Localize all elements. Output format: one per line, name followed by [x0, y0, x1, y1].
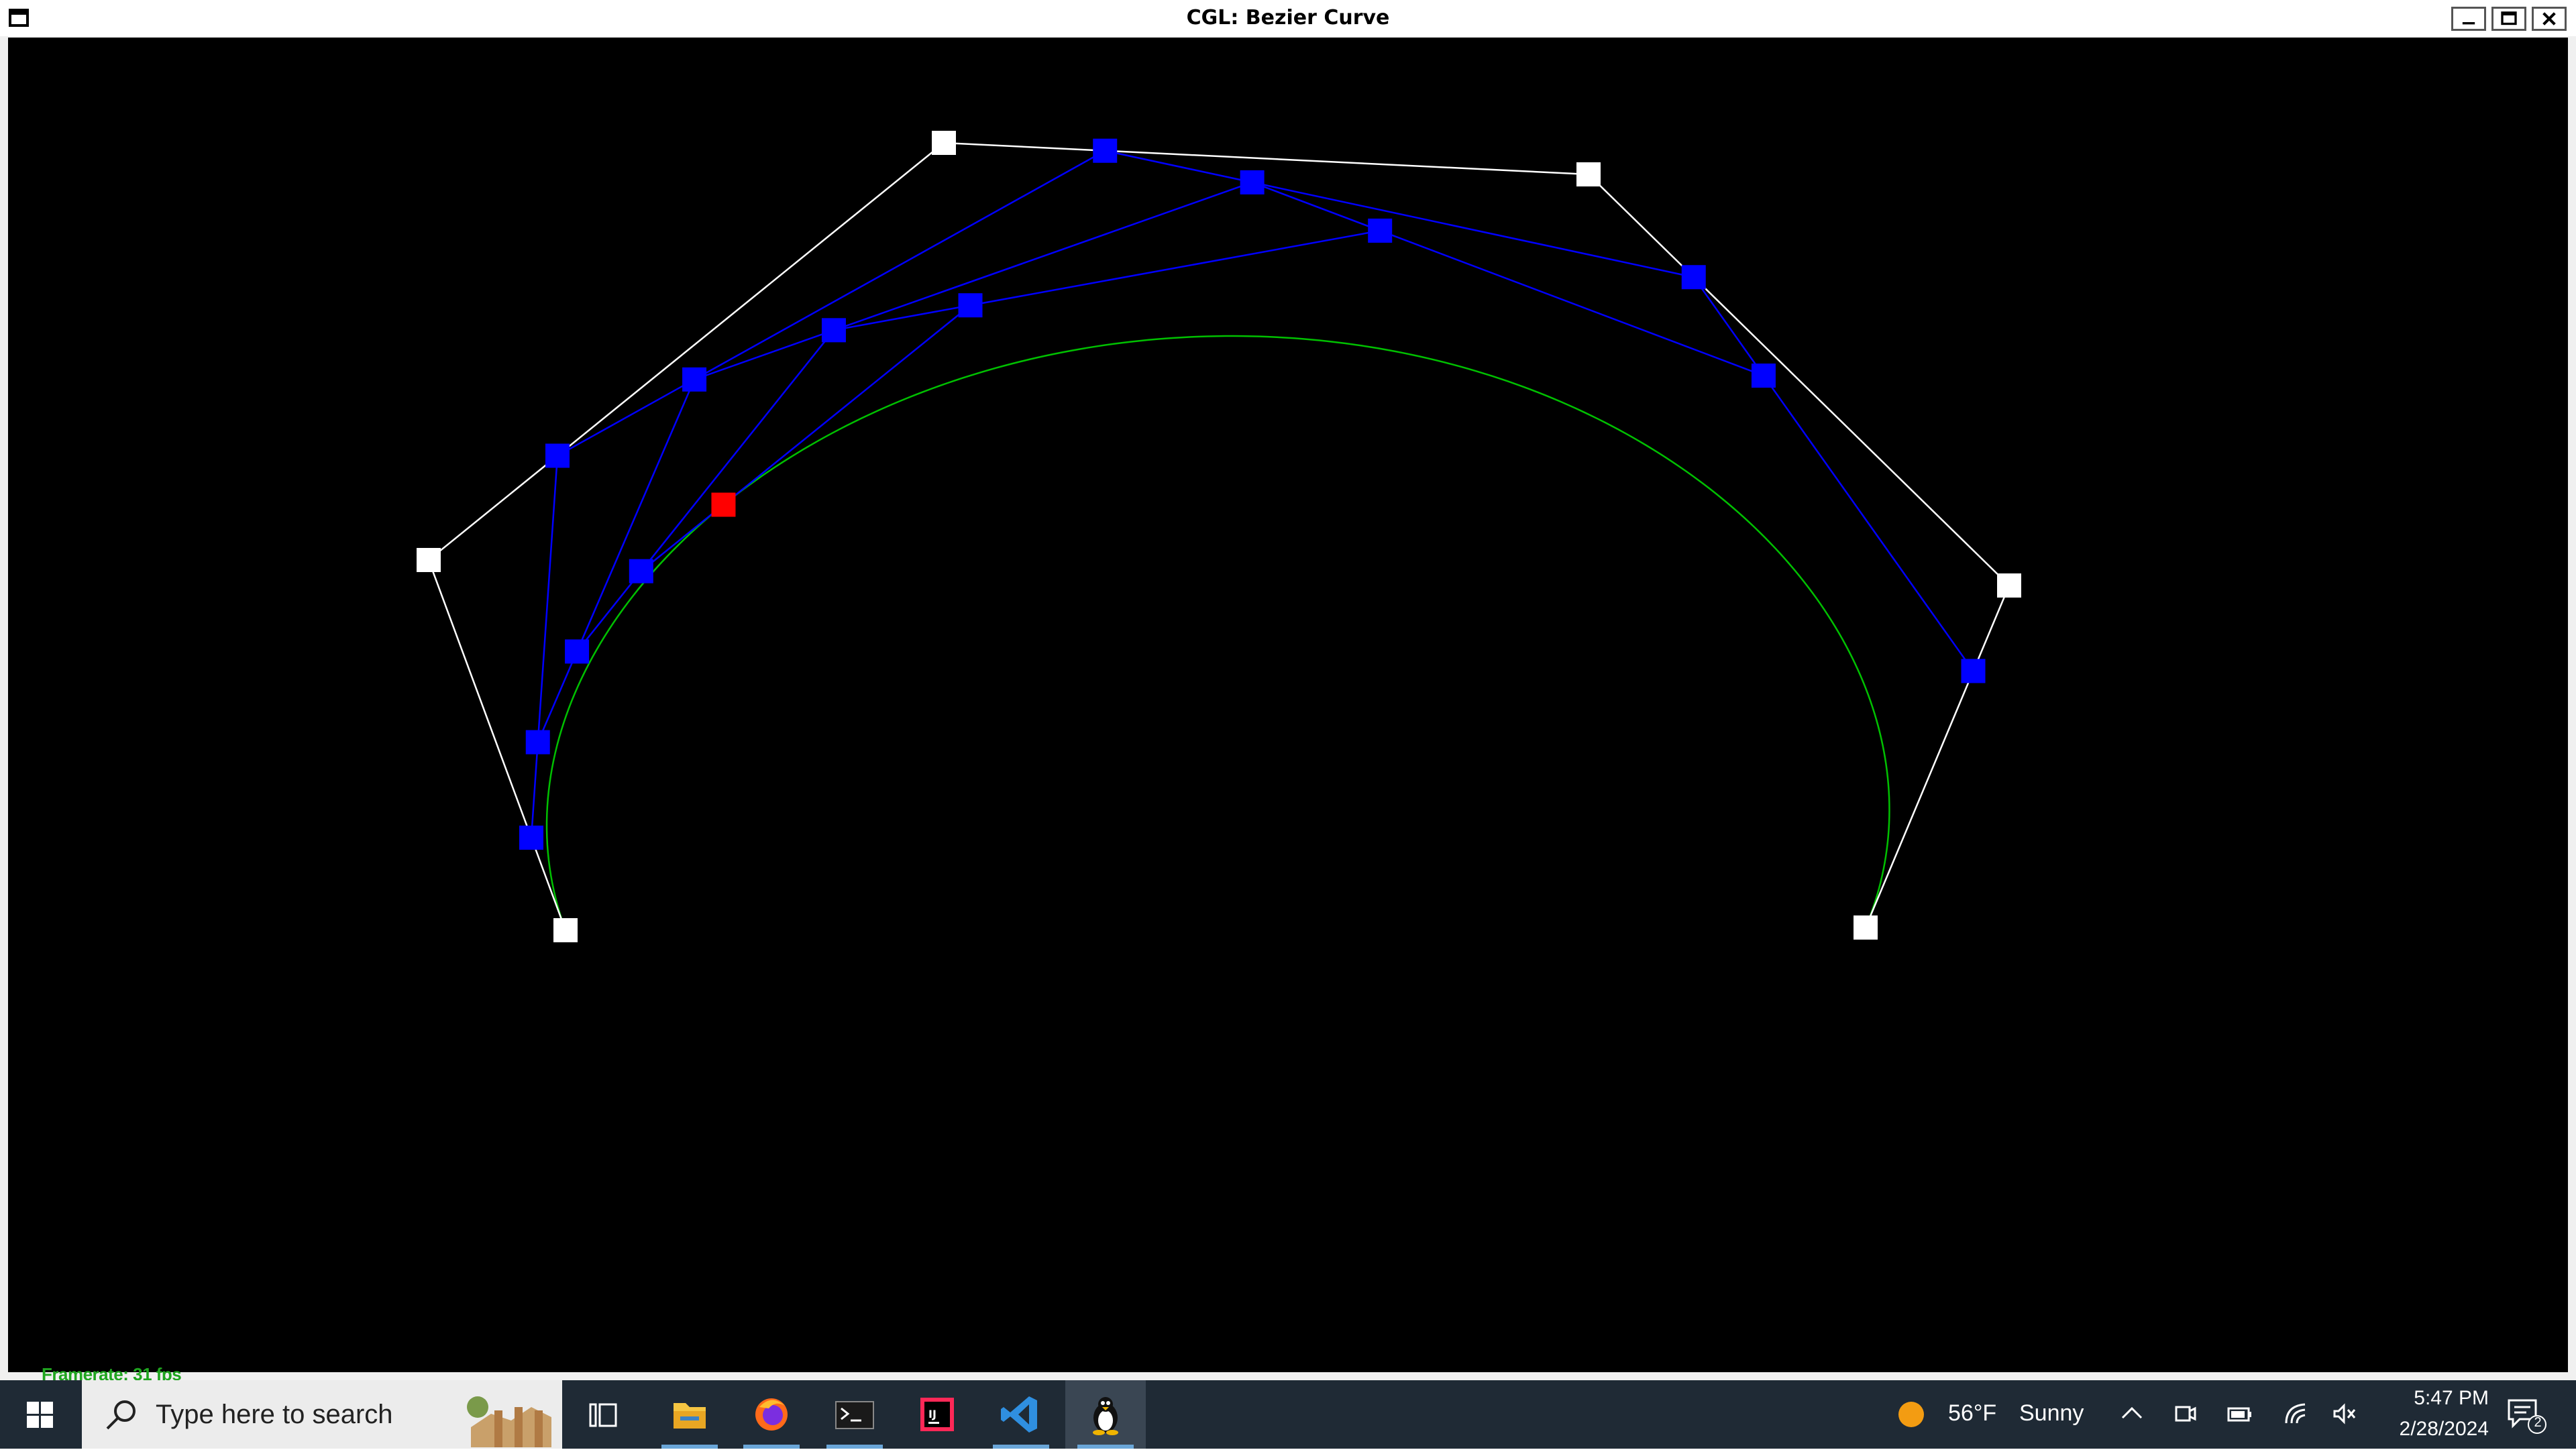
taskbar-app-vscode[interactable]	[981, 1380, 1061, 1449]
control-point-5	[1854, 915, 1878, 940]
intermediate-point-2-0	[525, 730, 550, 755]
intermediate-point-3-2	[1368, 218, 1393, 243]
minimize-button[interactable]	[2451, 7, 2486, 31]
linux-tux-icon	[1093, 1397, 1118, 1435]
start-button[interactable]	[0, 1380, 80, 1449]
intermediate-point-2-3	[1751, 364, 1776, 388]
intermediate-point-2-1	[682, 367, 707, 392]
intermediate-point-1-1	[545, 443, 570, 468]
search-box[interactable]: Type here to search	[82, 1380, 562, 1449]
control-point-4	[1997, 573, 2021, 598]
control-polygon	[427, 142, 2010, 931]
control-point-0	[553, 918, 578, 942]
decasteljau-level-4	[641, 304, 971, 572]
taskbar-app-terminal[interactable]	[814, 1380, 895, 1449]
taskbar: Type here to search IJ 56°F Sunny 5:47 P…	[0, 1380, 2576, 1449]
meet-now-icon[interactable]	[2171, 1400, 2200, 1427]
taskbar-app-intellij[interactable]: IJ	[898, 1380, 978, 1449]
control-point-3	[1576, 162, 1601, 186]
app-window: CGL: Bezier Curve Framerate: 31 fps	[0, 0, 2576, 1384]
task-view-icon	[589, 1403, 617, 1427]
notification-count-badge: 2	[2534, 1415, 2542, 1430]
running-indicator	[1077, 1445, 1134, 1449]
title-bar[interactable]: CGL: Bezier Curve	[0, 0, 2576, 36]
weather-temperature: 56°F	[1948, 1400, 1997, 1426]
running-indicator	[826, 1445, 883, 1449]
sun-icon	[1898, 1402, 1924, 1427]
clock-time[interactable]: 5:47 PM	[2355, 1387, 2489, 1410]
render-canvas[interactable]: Framerate: 31 fps	[8, 38, 2568, 1384]
control-point-2	[932, 131, 956, 155]
control-point-1	[417, 548, 441, 572]
curve-point-at-t	[711, 492, 736, 517]
decasteljau-level-2	[537, 181, 1764, 743]
search-icon	[106, 1400, 136, 1430]
weather-description: Sunny	[2019, 1400, 2084, 1426]
windows-logo-icon	[27, 1402, 53, 1428]
intermediate-point-3-1	[821, 318, 846, 343]
intermediate-point-1-2	[1093, 138, 1118, 163]
firefox-icon	[755, 1398, 788, 1431]
intermediate-point-3-0	[565, 639, 590, 664]
running-indicator	[993, 1445, 1049, 1449]
svg-text:IJ: IJ	[928, 1408, 936, 1420]
intermediate-point-2-2	[1240, 170, 1265, 194]
weather-widget[interactable]: 56°F Sunny	[1892, 1380, 2084, 1449]
taskbar-app-linux[interactable]	[1065, 1380, 1146, 1449]
bezier-curve	[722, 335, 1890, 928]
file-explorer-icon	[674, 1403, 706, 1429]
running-indicator	[743, 1445, 800, 1449]
intermediate-point-4-0	[629, 559, 653, 583]
battery-icon[interactable]	[2224, 1400, 2254, 1427]
terminal-icon	[835, 1401, 874, 1429]
search-highlight-image	[431, 1380, 562, 1449]
maximize-button[interactable]	[2491, 7, 2526, 31]
intermediate-point-1-0	[519, 826, 543, 850]
intermediate-point-4-1	[958, 293, 983, 318]
clock-date[interactable]: 2/28/2024	[2355, 1418, 2489, 1441]
chevron-up-icon[interactable]	[2117, 1400, 2147, 1427]
bezier-scene[interactable]	[8, 38, 2568, 1372]
intermediate-point-1-3	[1681, 265, 1706, 290]
network-icon[interactable]	[2281, 1400, 2310, 1427]
taskbar-app-firefox[interactable]	[731, 1380, 812, 1449]
search-input[interactable]: Type here to search	[156, 1380, 393, 1449]
notification-center-button[interactable]: 2	[2502, 1395, 2549, 1435]
intermediate-point-1-4	[1961, 659, 1986, 683]
intellij-icon: IJ	[920, 1398, 954, 1431]
taskbar-app-file-explorer[interactable]	[649, 1380, 730, 1449]
close-button[interactable]	[2532, 7, 2567, 31]
vscode-icon	[1001, 1396, 1037, 1433]
window-title: CGL: Bezier Curve	[1186, 6, 1390, 30]
task-view-button[interactable]	[564, 1380, 644, 1449]
running-indicator	[661, 1445, 718, 1449]
